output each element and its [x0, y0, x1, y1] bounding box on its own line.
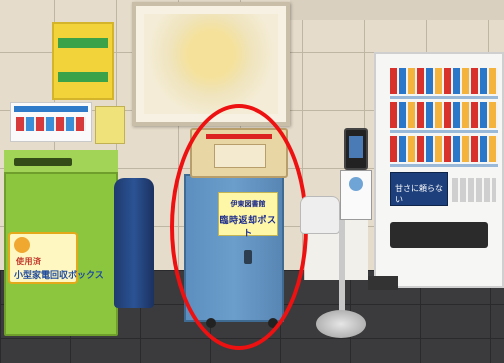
vending-tray	[390, 222, 488, 248]
recycling-slot	[14, 158, 72, 166]
yellow-poster	[52, 22, 114, 100]
thermal-camera	[344, 128, 368, 170]
post-wheel	[268, 318, 278, 328]
umbrella-bag	[114, 178, 154, 308]
book-return-slot	[214, 144, 266, 168]
sanitizer-dispenser	[300, 196, 340, 234]
white-notice-poster	[10, 102, 92, 142]
small-notice	[95, 106, 125, 144]
stand-base	[316, 310, 366, 338]
post-red-stripe	[206, 134, 272, 139]
recycling-box-label: 使用済 小型家電回収ボックス	[8, 232, 104, 284]
book-return-post-top	[190, 128, 288, 178]
post-lock-icon	[244, 250, 252, 264]
drink-shelf	[390, 164, 498, 167]
recycle-label-line1: 使用済	[16, 257, 42, 266]
poster-header-bar	[14, 106, 88, 112]
thermal-screen	[349, 136, 363, 158]
framed-painting	[132, 2, 290, 126]
vending-base	[368, 276, 398, 290]
stand-pole	[339, 220, 345, 314]
sign-library-name: 伊東図書館	[230, 200, 266, 208]
drink-row	[390, 102, 498, 128]
drink-row	[390, 136, 498, 162]
vending-ad-panel: 甘さに頼らない	[390, 172, 448, 206]
face-icon	[349, 177, 363, 191]
post-wheel	[206, 318, 216, 328]
drink-shelf	[390, 96, 498, 99]
upper-wall-strip	[290, 0, 504, 20]
painting-artwork	[144, 14, 278, 114]
mascot-icon	[14, 237, 30, 253]
vending-buttons	[452, 178, 496, 202]
poster-band	[58, 72, 108, 82]
stand-sign	[340, 170, 372, 220]
vending-machine: 甘さに頼らない	[374, 52, 504, 288]
sign-return-post: 臨時返却ポスト	[219, 216, 277, 239]
photo-scene: 使用済 小型家電回収ボックス 伊東図書館 臨時返却ポスト 甘さに頼らない	[0, 0, 504, 363]
drink-shelf	[390, 130, 498, 133]
vending-ad-text: 甘さに頼らない	[395, 184, 443, 204]
drink-row	[390, 68, 498, 94]
recycle-label-line2: 小型家電回収ボックス	[14, 271, 104, 281]
poster-thumbnails	[16, 117, 86, 131]
poster-band	[58, 38, 108, 48]
book-post-sign: 伊東図書館 臨時返却ポスト	[218, 192, 278, 239]
